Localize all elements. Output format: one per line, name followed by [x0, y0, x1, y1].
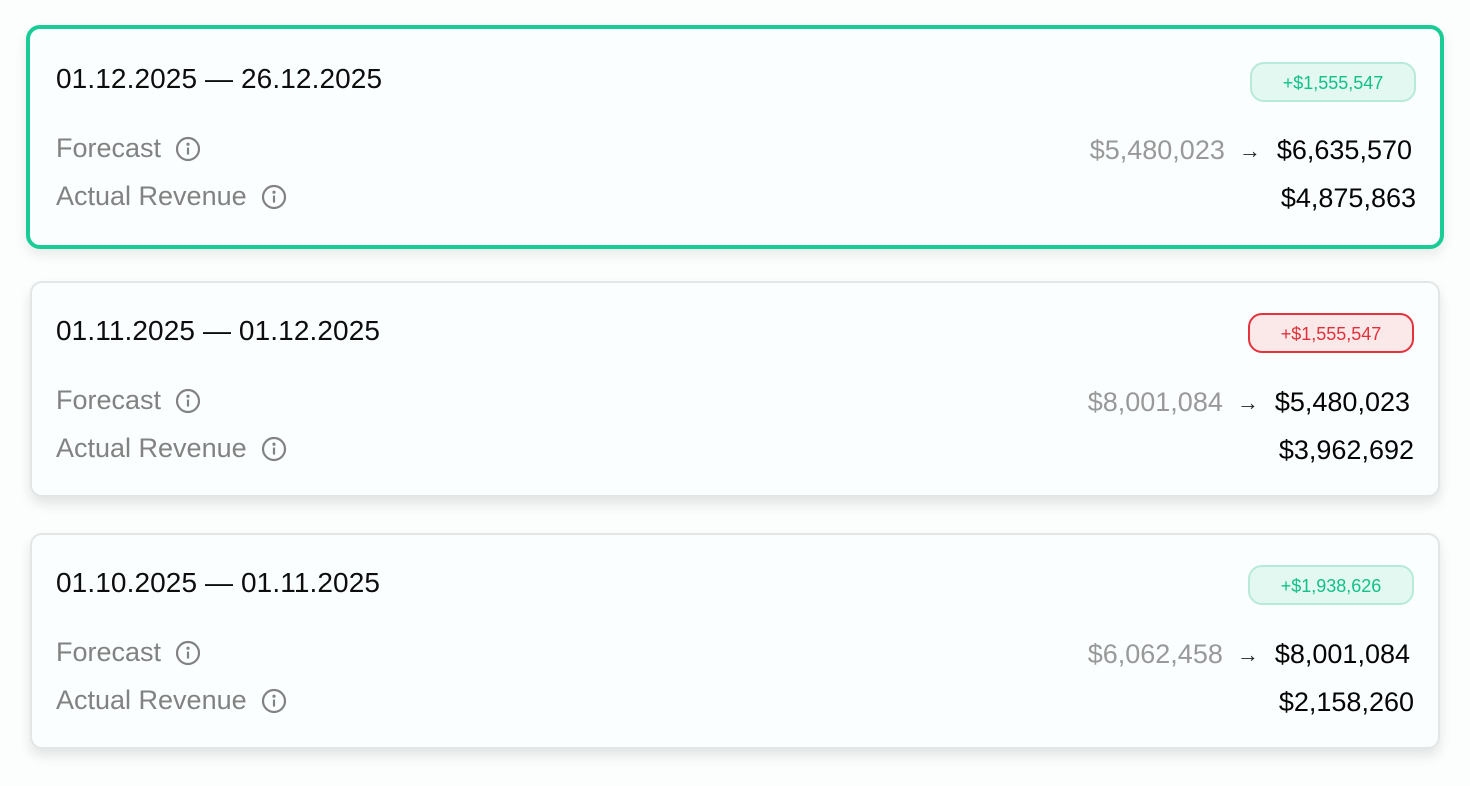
actual-label-row: Actual Revenue — [56, 181, 287, 212]
period-card-content: 01.12.2025 — 26.12.2025 +$1,555,547 Fore… — [30, 29, 1440, 245]
actual-label-row: Actual Revenue — [56, 685, 287, 716]
actual-revenue-label: Actual Revenue — [56, 685, 247, 715]
actual-revenue-label: Actual Revenue — [56, 433, 247, 463]
forecast-to-value: $5,480,023 — [1274, 387, 1410, 417]
delta-badge: +$1,555,547 — [1248, 313, 1414, 353]
actual-revenue-value: $3,962,692 — [1278, 435, 1414, 465]
period-date-range: 01.12.2025 — 26.12.2025 — [56, 63, 383, 94]
forecast-to-value: $8,001,084 — [1274, 639, 1410, 669]
forecast-label-row: Forecast — [56, 637, 201, 668]
delta-badge: +$1,938,626 — [1248, 565, 1414, 605]
actual-revenue-value: $2,158,260 — [1278, 687, 1414, 717]
forecast-to-value: $6,635,570 — [1276, 135, 1412, 165]
period-date-range: 01.10.2025 — 01.11.2025 — [56, 567, 381, 598]
forecast-from-value: $6,062,458 — [1087, 639, 1223, 669]
arrow-right-icon: → — [1236, 389, 1259, 415]
forecast-label: Forecast — [56, 133, 162, 163]
info-icon[interactable] — [175, 640, 201, 666]
forecast-from-value: $5,480,023 — [1089, 135, 1225, 165]
arrow-right-icon: → — [1238, 137, 1261, 163]
period-card[interactable]: 01.11.2025 — 01.12.2025 +$1,555,547 Fore… — [30, 281, 1440, 497]
forecast-label: Forecast — [56, 385, 162, 415]
forecast-values: $5,480,023 → $6,635,570 — [1090, 135, 1412, 166]
forecast-label-row: Forecast — [56, 133, 201, 164]
forecast-from-value: $8,001,084 — [1087, 387, 1223, 417]
info-icon[interactable] — [261, 688, 287, 714]
actual-revenue-value: $4,875,863 — [1280, 183, 1416, 213]
info-icon[interactable] — [261, 184, 287, 210]
period-card-list: 01.12.2025 — 26.12.2025 +$1,555,547 Fore… — [0, 0, 1470, 786]
info-icon[interactable] — [175, 388, 201, 414]
period-date-range: 01.11.2025 — 01.12.2025 — [56, 315, 381, 346]
period-card[interactable]: 01.10.2025 — 01.11.2025 +$1,938,626 Fore… — [30, 533, 1440, 749]
info-icon[interactable] — [175, 136, 201, 162]
period-card[interactable]: 01.12.2025 — 26.12.2025 +$1,555,547 Fore… — [26, 25, 1444, 249]
info-icon[interactable] — [261, 436, 287, 462]
period-card-content: 01.11.2025 — 01.12.2025 +$1,555,547 Fore… — [32, 283, 1438, 495]
arrow-right-icon: → — [1236, 641, 1259, 667]
period-card-content: 01.10.2025 — 01.11.2025 +$1,938,626 Fore… — [32, 535, 1438, 747]
actual-label-row: Actual Revenue — [56, 433, 287, 464]
actual-revenue-label: Actual Revenue — [56, 181, 247, 211]
forecast-label-row: Forecast — [56, 385, 201, 416]
forecast-label: Forecast — [56, 637, 162, 667]
forecast-values: $6,062,458 → $8,001,084 — [1088, 639, 1410, 670]
delta-badge: +$1,555,547 — [1250, 62, 1416, 102]
forecast-values: $8,001,084 → $5,480,023 — [1088, 387, 1410, 418]
